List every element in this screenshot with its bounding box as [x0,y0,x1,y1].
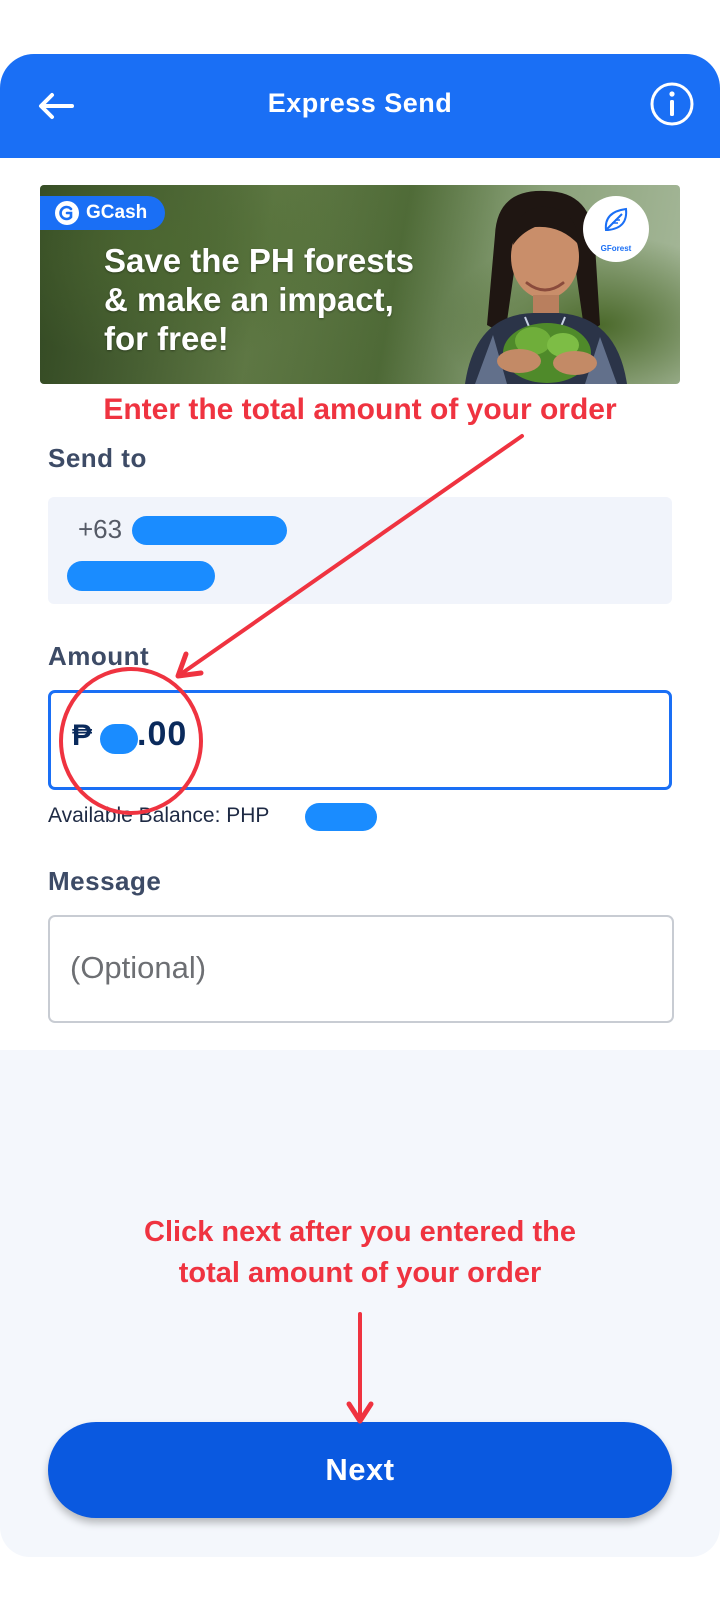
app-header: Express Send [0,54,720,158]
banner-headline-line: & make an impact, [104,281,394,318]
gcash-logo-icon [55,201,79,225]
gcash-brand-text: GCash [86,202,148,223]
info-icon[interactable] [648,80,696,128]
annotation-line: total amount of your order [178,1257,542,1289]
banner-headline-line: Save the PH forests [104,242,414,279]
phone-prefix: +63 [78,514,123,544]
recipient-field: +63 [48,497,672,604]
annotation-line: Click next after you entered the [144,1216,576,1248]
next-button[interactable]: Next [48,1422,672,1518]
annotation-click-next: Click next after you entered the total a… [60,1212,660,1294]
banner-headline: Save the PH forests & make an impact, fo… [104,241,464,358]
available-balance: Available Balance: PHP [48,804,269,828]
amount-label: Amount [48,641,150,671]
gforest-badge: GForest [583,196,649,262]
redacted-amount [100,724,138,754]
message-label: Message [48,866,162,896]
gforest-label: GForest [600,244,632,253]
peso-sign: ₱ [72,719,93,752]
balance-label: Available Balance: PHP [48,804,270,827]
gcash-brand-badge: GCash [40,196,166,230]
redacted-recipient-name [67,561,215,591]
page-title: Express Send [267,88,453,118]
express-send-screen: Express Send GCash Save the PH forests &… [0,0,720,1600]
redacted-balance [305,803,377,831]
annotation-enter-amount: Enter the total amount of your order [103,393,617,426]
banner-headline-line: for free! [104,320,229,357]
leaf-icon [604,207,628,231]
message-field[interactable] [48,915,674,1023]
amount-decimal: .00 [137,715,188,753]
send-to-label: Send to [48,443,147,473]
message-input[interactable] [68,943,652,993]
amount-input[interactable]: ₱ .00 [48,690,672,790]
redacted-phone-number [132,516,287,545]
arrow-to-amount-head [175,651,204,679]
gforest-promo-banner[interactable]: GCash Save the PH forests & make an impa… [40,185,680,384]
